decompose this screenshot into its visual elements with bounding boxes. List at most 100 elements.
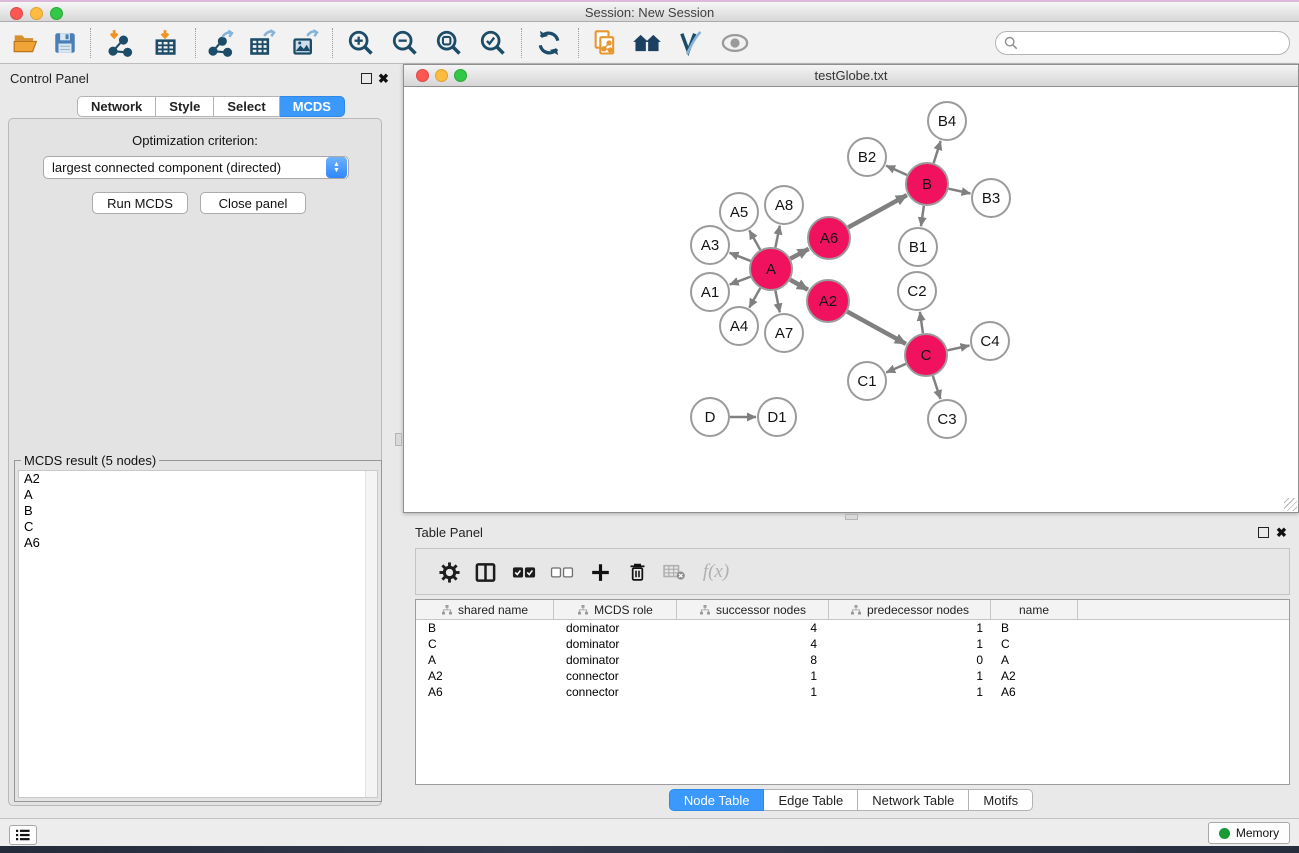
settings-gear-button[interactable]: [433, 557, 465, 587]
graph-edge-B-B2[interactable]: [886, 166, 907, 175]
mcds-result-item[interactable]: A6: [19, 535, 377, 551]
graph-node-A3[interactable]: A3: [691, 226, 729, 264]
tab-motifs[interactable]: Motifs: [969, 789, 1033, 811]
tab-network[interactable]: Network: [77, 96, 156, 117]
graph-node-B3[interactable]: B3: [972, 179, 1010, 217]
columns-button[interactable]: [469, 557, 501, 587]
tab-node-table[interactable]: Node Table: [669, 789, 765, 811]
close-panel-button[interactable]: Close panel: [200, 192, 306, 214]
tab-style[interactable]: Style: [156, 96, 214, 117]
task-history-button[interactable]: [9, 825, 37, 845]
search-input[interactable]: [1023, 36, 1281, 51]
mcds-result-item[interactable]: A2: [19, 471, 377, 487]
unselect-all-columns-button[interactable]: [546, 557, 578, 587]
graph-edge-A-A4[interactable]: [749, 288, 760, 308]
graph-node-C1[interactable]: C1: [848, 362, 886, 400]
graph-edge-A-A8[interactable]: [775, 226, 779, 248]
graph-node-A8[interactable]: A8: [765, 186, 803, 224]
graph-node-C2[interactable]: C2: [898, 272, 936, 310]
graph-edge-A-A6[interactable]: [790, 249, 808, 259]
refresh-view-button[interactable]: [532, 28, 566, 58]
table-panel-float-icon[interactable]: [1258, 527, 1269, 538]
export-network-button[interactable]: [203, 28, 237, 58]
table-row[interactable]: Bdominator41B: [416, 620, 1289, 636]
column-header-predecessor-nodes[interactable]: predecessor nodes: [829, 600, 991, 619]
table-row[interactable]: A2connector11A2: [416, 668, 1289, 684]
control-panel-close-icon[interactable]: ✖: [378, 73, 389, 84]
column-header-mcds-role[interactable]: MCDS role: [554, 600, 677, 619]
graph-edge-A6-B[interactable]: [848, 195, 907, 227]
preview-eye-button[interactable]: [718, 28, 752, 58]
table-row[interactable]: Cdominator41C: [416, 636, 1289, 652]
graph-node-A1[interactable]: A1: [691, 273, 729, 311]
tab-edge-table[interactable]: Edge Table: [764, 789, 858, 811]
graph-edge-A2-C[interactable]: [847, 312, 906, 344]
column-header-successor-nodes[interactable]: successor nodes: [677, 600, 829, 619]
save-session-button[interactable]: [48, 28, 82, 58]
mcds-result-item[interactable]: B: [19, 503, 377, 519]
zoom-out-button[interactable]: [388, 28, 422, 58]
tab-mcds[interactable]: MCDS: [280, 96, 345, 117]
table-row[interactable]: Adominator80A: [416, 652, 1289, 668]
export-image-button[interactable]: [288, 28, 322, 58]
export-table-button[interactable]: [245, 28, 279, 58]
window-resize-grip[interactable]: [1284, 498, 1297, 511]
graph-edge-B-B1[interactable]: [921, 206, 924, 226]
graph-edge-C-C4[interactable]: [947, 345, 969, 350]
criterion-select[interactable]: largest connected component (directed) ▲…: [43, 156, 349, 179]
graph-node-B[interactable]: B: [906, 163, 948, 205]
graphics-details-button[interactable]: [673, 28, 707, 58]
graph-node-B4[interactable]: B4: [928, 102, 966, 140]
graph-node-C4[interactable]: C4: [971, 322, 1009, 360]
network-graph-canvas[interactable]: B4 B2 B B3 A5A8A6 A3 A B1 A1 C2 A4A7A2 C4 C C1 D D1 C3: [404, 87, 1298, 512]
graph-node-A4[interactable]: A4: [720, 307, 758, 345]
control-panel-float-icon[interactable]: [361, 73, 372, 84]
graph-node-A2[interactable]: A2: [807, 280, 849, 322]
zoom-selected-button[interactable]: [476, 28, 510, 58]
mcds-result-item[interactable]: A: [19, 487, 377, 503]
graph-edge-C-C2[interactable]: [920, 312, 923, 333]
graph-edge-A-A2[interactable]: [790, 280, 808, 290]
graph-node-B2[interactable]: B2: [848, 138, 886, 176]
import-network-button[interactable]: [103, 28, 137, 58]
open-session-button[interactable]: [8, 28, 42, 58]
mcds-result-item[interactable]: C: [19, 519, 377, 535]
graph-node-A5[interactable]: A5: [720, 193, 758, 231]
delete-column-button[interactable]: [621, 557, 653, 587]
graph-node-A[interactable]: A: [750, 248, 792, 290]
graph-edge-A-A3[interactable]: [730, 253, 751, 261]
tab-network-table[interactable]: Network Table: [858, 789, 969, 811]
home-button[interactable]: [630, 28, 664, 58]
run-mcds-button[interactable]: Run MCDS: [92, 192, 188, 214]
graph-edge-C-C1[interactable]: [886, 364, 906, 373]
zoom-in-button[interactable]: [344, 28, 378, 58]
graph-node-D[interactable]: D: [691, 398, 729, 436]
tab-select[interactable]: Select: [214, 96, 279, 117]
graph-node-C[interactable]: C: [905, 334, 947, 376]
graph-edge-B-B3[interactable]: [948, 189, 970, 194]
graph-edge-B-B4[interactable]: [934, 141, 941, 163]
table-panel-close-icon[interactable]: ✖: [1276, 527, 1287, 538]
graph-node-A6[interactable]: A6: [808, 217, 850, 259]
graph-node-B1[interactable]: B1: [899, 228, 937, 266]
graph-node-D1[interactable]: D1: [758, 398, 796, 436]
graph-edge-A-A5[interactable]: [749, 230, 760, 250]
zoom-fit-button[interactable]: [432, 28, 466, 58]
graph-edge-C-C3[interactable]: [933, 376, 941, 399]
vertical-splitter-handle[interactable]: [395, 433, 402, 446]
graph-edge-A-A7[interactable]: [775, 291, 779, 313]
copy-network-button[interactable]: [588, 28, 622, 58]
add-column-button[interactable]: [584, 557, 616, 587]
search-field[interactable]: [995, 31, 1290, 55]
graph-node-C3[interactable]: C3: [928, 400, 966, 438]
table-row[interactable]: A6connector11A6: [416, 684, 1289, 700]
import-table-button[interactable]: [148, 28, 182, 58]
select-all-columns-button[interactable]: [508, 557, 540, 587]
column-header-shared-name[interactable]: shared name: [416, 600, 554, 619]
horizontal-splitter-handle[interactable]: [845, 514, 858, 520]
graph-edge-A-A1[interactable]: [730, 277, 751, 285]
graph-node-A7[interactable]: A7: [765, 314, 803, 352]
column-header-name[interactable]: name: [991, 600, 1078, 619]
memory-button[interactable]: Memory: [1208, 822, 1290, 844]
mcds-list-scrollbar[interactable]: [365, 471, 377, 797]
